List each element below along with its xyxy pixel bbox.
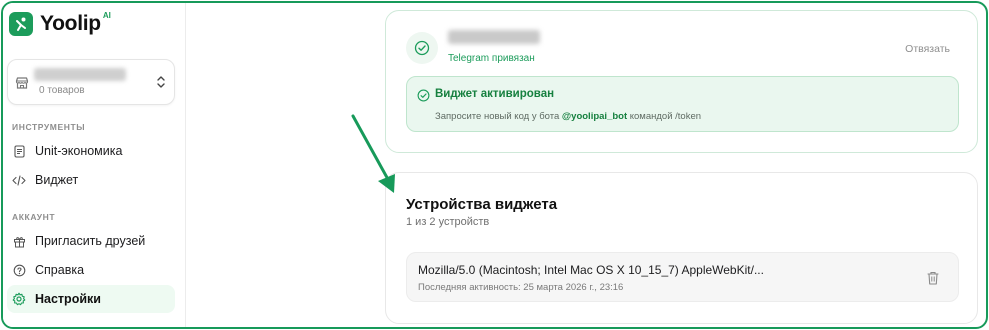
chevron-up-down-icon [157, 76, 165, 88]
widget-activated-title: Виджет активирован [435, 88, 555, 100]
brand-ai-badge: AI [102, 10, 111, 20]
device-user-agent: Mozilla/5.0 (Macintosh; Intel Mac OS X 1… [418, 263, 764, 277]
sidebar-item-label: Виджет [35, 173, 79, 187]
widget-token-hint: Запросите новый код у бота @yoolipai_bot… [435, 111, 701, 122]
brand-name: Yoolip [40, 12, 101, 35]
check-circle-icon [406, 32, 438, 64]
unlink-button[interactable]: Отвязать [905, 43, 950, 55]
sidebar-item-widget[interactable]: Виджет [7, 166, 175, 194]
store-product-count: 0 товаров [39, 85, 85, 96]
annotation-arrow-icon [351, 114, 395, 193]
store-icon [15, 77, 29, 89]
sidebar-item-label: Unit-экономика [35, 144, 123, 158]
yoolip-logo-icon [9, 12, 33, 36]
bot-link[interactable]: @yoolipai_bot [562, 111, 627, 122]
gift-icon [12, 234, 26, 248]
telegram-status: Telegram привязан [448, 53, 535, 64]
trash-icon[interactable] [926, 270, 940, 286]
app-frame: Yoolip AI 0 товаров ИНСТРУМЕНТЫ Unit-эко… [1, 1, 988, 329]
help-icon [12, 263, 26, 277]
store-name-redacted [34, 68, 126, 81]
device-row: Mozilla/5.0 (Macintosh; Intel Mac OS X 1… [406, 252, 959, 302]
devices-title: Устройства виджета [406, 196, 558, 213]
section-title-tools: ИНСТРУМЕНТЫ [12, 122, 86, 132]
check-circle-icon [417, 89, 430, 102]
sidebar-item-unit-economics[interactable]: Unit-экономика [7, 137, 175, 165]
widget-devices-card: Устройства виджета 1 из 2 устройств Mozi… [385, 172, 978, 324]
gear-icon [12, 292, 26, 306]
sidebar-item-label: Справка [35, 263, 85, 277]
telegram-card: Telegram привязан Отвязать Виджет активи… [385, 10, 978, 153]
sidebar-item-invite-friends[interactable]: Пригласить друзей [7, 227, 175, 255]
hint-text: Запросите новый код у бота [435, 111, 562, 122]
telegram-username-redacted [448, 30, 540, 44]
sidebar: Yoolip AI 0 товаров ИНСТРУМЕНТЫ Unit-эко… [3, 3, 186, 327]
widget-activated-banner: Виджет активирован Запросите новый код у… [406, 76, 959, 132]
sidebar-item-label: Настройки [35, 292, 101, 306]
sidebar-item-settings[interactable]: Настройки [7, 285, 175, 313]
hint-text: командой /token [627, 111, 702, 122]
brand-logo[interactable]: Yoolip AI [9, 10, 111, 36]
devices-count: 1 из 2 устройств [406, 216, 490, 228]
store-selector[interactable]: 0 товаров [7, 59, 175, 105]
sidebar-item-help[interactable]: Справка [7, 256, 175, 284]
document-icon [12, 144, 26, 158]
sidebar-item-label: Пригласить друзей [35, 234, 146, 248]
code-icon [12, 173, 26, 187]
device-last-seen: Последняя активность: 25 марта 2026 г., … [418, 282, 624, 293]
section-title-account: АККАУНТ [12, 212, 56, 222]
